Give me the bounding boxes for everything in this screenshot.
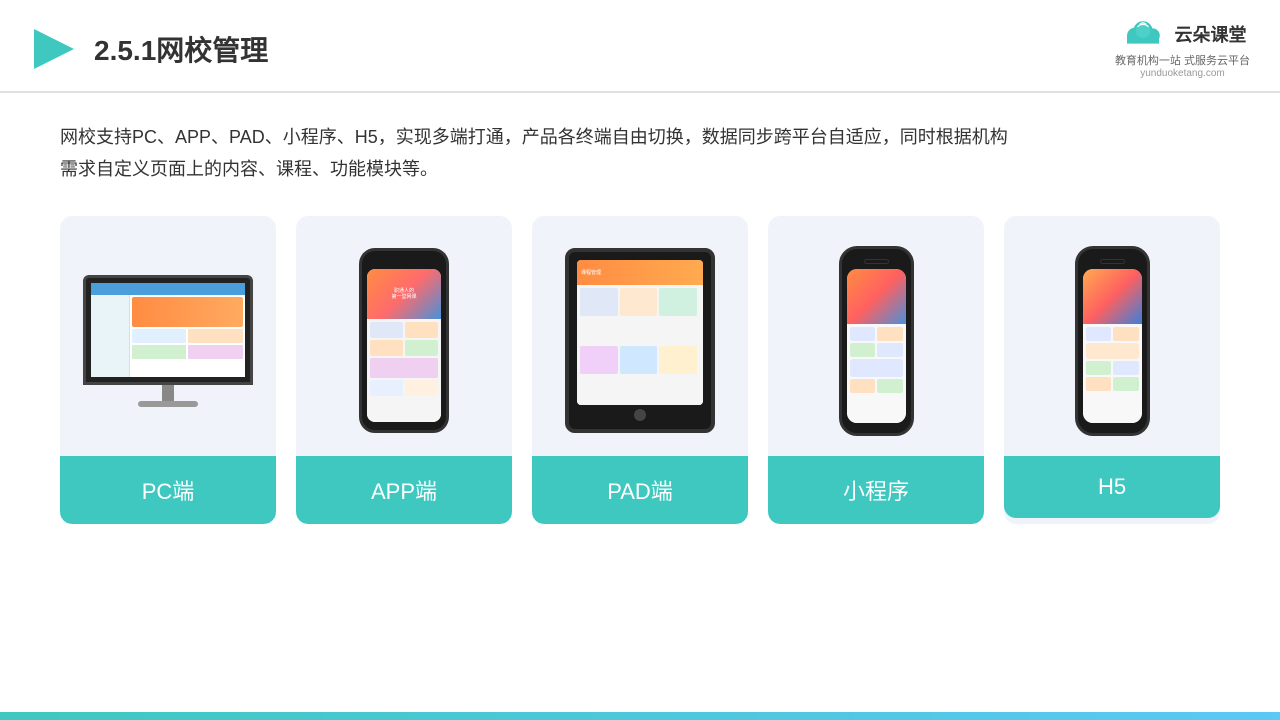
card-miniprogram: 小程序 xyxy=(768,216,984,524)
card-pad: 课程管理 PAD端 xyxy=(532,216,748,524)
monitor-screen xyxy=(91,283,245,377)
pad-screen: 课程管理 xyxy=(577,260,703,405)
miniprogram-phone xyxy=(839,246,914,436)
cloud-icon xyxy=(1118,18,1168,50)
description-text: 网校支持PC、APP、PAD、小程序、H5，实现多端打通，产品各终端自由切换，数… xyxy=(60,121,1220,186)
card-app: 职通人的第一堂网课 xyxy=(296,216,512,524)
card-miniprogram-label: 小程序 xyxy=(768,456,984,524)
card-pad-image: 课程管理 xyxy=(532,216,748,456)
app-phone-screen: 职通人的第一堂网课 xyxy=(367,269,441,422)
card-pc-label: PC端 xyxy=(60,456,276,524)
logo-url: yunduoketang.com xyxy=(1140,68,1225,79)
card-pc: PC端 xyxy=(60,216,276,524)
header-left: 2.5.1网校管理 xyxy=(30,25,268,73)
logo-text: 云朵课堂 xyxy=(1174,21,1246,47)
main-content: 网校支持PC、APP、PAD、小程序、H5，实现多端打通，产品各终端自由切换，数… xyxy=(0,93,1280,544)
app-phone: 职通人的第一堂网课 xyxy=(359,248,449,433)
cards-row: PC端 职通人的第一堂网课 xyxy=(60,216,1220,524)
h5-phone xyxy=(1075,246,1150,436)
card-miniprogram-image xyxy=(768,216,984,456)
card-h5-image xyxy=(1004,216,1220,456)
card-h5-label: H5 xyxy=(1004,456,1220,518)
header: 2.5.1网校管理 云朵课堂 教育机构一站 式服务云平台 yunduoketan… xyxy=(0,0,1280,93)
card-pc-image xyxy=(60,216,276,456)
h5-screen xyxy=(1083,269,1142,423)
play-icon xyxy=(30,25,78,73)
pc-monitor xyxy=(83,275,253,407)
page-title: 2.5.1网校管理 xyxy=(94,29,268,69)
logo-tagline: 教育机构一站 式服务云平台 xyxy=(1115,52,1250,68)
card-app-image: 职通人的第一堂网课 xyxy=(296,216,512,456)
logo-area: 云朵课堂 教育机构一站 式服务云平台 yunduoketang.com xyxy=(1115,18,1250,79)
miniprogram-screen xyxy=(847,269,906,423)
monitor-frame xyxy=(83,275,253,385)
bottom-bar xyxy=(0,712,1280,720)
card-app-label: APP端 xyxy=(296,456,512,524)
card-pad-label: PAD端 xyxy=(532,456,748,524)
pad-tablet: 课程管理 xyxy=(565,248,715,433)
logo-cloud: 云朵课堂 xyxy=(1118,18,1246,50)
card-h5: H5 xyxy=(1004,216,1220,524)
